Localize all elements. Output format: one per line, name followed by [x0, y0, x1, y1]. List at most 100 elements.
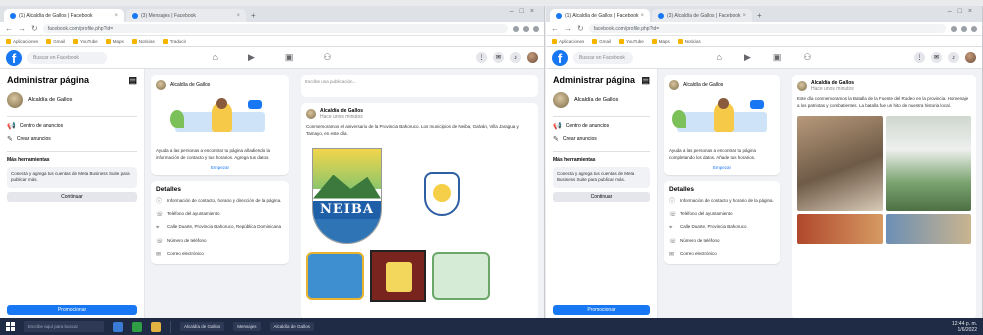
marketplace-icon[interactable]: ▣ [773, 52, 782, 63]
address-bar: ← → ↻ facebook.com/profile.php?id= [546, 22, 982, 36]
detail-row: ☏ Teléfono del ayuntamiento [669, 210, 733, 218]
file-explorer-icon[interactable] [113, 321, 123, 332]
profile-icon[interactable] [971, 25, 977, 32]
reload-icon[interactable]: ↻ [577, 24, 584, 33]
window-controls[interactable]: –□× [948, 8, 978, 15]
back-icon[interactable]: ← [551, 24, 559, 33]
windows-start-icon[interactable] [6, 322, 15, 331]
post-composer[interactable]: Escribe una publicación... [301, 75, 538, 97]
sidebar-item-create-ads[interactable]: ✎ Crear anuncios [553, 135, 650, 143]
continue-button[interactable]: Continuar [7, 191, 137, 202]
close-icon[interactable]: × [236, 13, 240, 19]
neiba-coat-of-arms: NEIBA [312, 147, 382, 244]
extension-icon[interactable] [513, 25, 519, 32]
detail-row: ☏ Teléfono del ayuntamiento [156, 210, 220, 218]
browser-tab[interactable]: (3) Mensajes | Facebook × [126, 9, 246, 22]
page-avatar [669, 80, 679, 90]
municipal-logo [370, 249, 426, 302]
home-icon[interactable]: ⌂ [213, 52, 218, 63]
bookmark[interactable]: Maps [651, 38, 670, 44]
new-tab-icon[interactable]: + [251, 11, 256, 20]
post-image-collage[interactable]: NEIBA [306, 142, 533, 302]
monument-photo [885, 115, 971, 211]
window-controls[interactable]: –□× [510, 8, 540, 15]
tools-box: Conecta y agrega tus cuentas de Meta Bus… [7, 167, 137, 188]
extension-icon[interactable] [961, 25, 967, 32]
page-content: Administrar página ▤ Alcaldía de Gallos 📢… [0, 69, 544, 318]
feed-post: Alcaldía de Gallos Hace unos minutos Est… [792, 75, 976, 318]
bookmark[interactable]: Gmail [592, 38, 611, 44]
bookmark[interactable]: YouTube [73, 38, 98, 44]
facebook-logo-icon[interactable]: f [552, 49, 568, 66]
bookmark-icon [592, 38, 598, 44]
sidebar-page-switch[interactable]: Alcaldía de Gallos [553, 92, 650, 108]
continue-button[interactable]: Continuar [553, 191, 650, 202]
sidebar-item-ad-center[interactable]: 📢 Centro de anuncios [7, 122, 137, 130]
sidebar-toggle-icon[interactable]: ▤ [641, 75, 650, 86]
browser-tab[interactable]: (1) Alcaldía de Gallos | Facebook × [550, 9, 650, 22]
taskbar-task[interactable]: Alcaldía de Gallos [180, 322, 225, 331]
messenger-icon[interactable]: ✉ [493, 52, 504, 63]
bookmark[interactable]: Traducir [162, 38, 186, 44]
chrome-icon[interactable] [132, 321, 142, 332]
home-icon[interactable]: ⌂ [717, 52, 722, 63]
bookmark[interactable]: Aplicaciones [6, 38, 38, 44]
facebook-top-bar: f Buscar en Facebook ⌂ ▶ ▣ ⚇ ⋮ ✉ ♪ [546, 47, 982, 69]
promote-button[interactable]: Promocionar [7, 305, 137, 315]
forward-icon[interactable]: → [18, 24, 26, 33]
facebook-search-input[interactable]: Buscar en Facebook [573, 51, 633, 64]
marketplace-icon[interactable]: ▣ [285, 52, 294, 63]
post-photo-grid[interactable] [797, 115, 971, 244]
taskbar-task[interactable]: Mensajes [233, 322, 261, 331]
profile-icon[interactable] [533, 25, 539, 32]
post-time[interactable]: Hace unos minutos [320, 114, 363, 120]
facebook-search-input[interactable]: Buscar en Facebook [27, 51, 107, 64]
bookmarks-bar: Aplicaciones Gmail YouTube Maps Noticias… [0, 36, 544, 47]
notifications-icon[interactable]: ♪ [510, 52, 521, 63]
watch-icon[interactable]: ▶ [248, 52, 255, 63]
menu-grid-icon[interactable]: ⋮ [476, 52, 487, 63]
close-icon[interactable]: × [640, 13, 644, 19]
forward-icon[interactable]: → [564, 24, 572, 33]
sidebar-page-switch[interactable]: Alcaldía de Gallos [7, 92, 137, 108]
extension-icon[interactable] [951, 25, 957, 32]
taskbar-task[interactable]: Alcaldía de Gallos [269, 322, 314, 331]
url-input[interactable]: facebook.com/profile.php?id= [42, 24, 508, 33]
notifications-icon[interactable]: ♪ [948, 52, 959, 63]
intro-link[interactable]: Empezar [669, 165, 775, 170]
messenger-icon[interactable]: ✉ [931, 52, 942, 63]
bookmark[interactable]: Gmail [46, 38, 65, 44]
extension-icon[interactable] [523, 25, 529, 32]
taskbar-clock[interactable]: 12:44 p. m. 1/6/2022 [952, 321, 977, 333]
avatar[interactable] [527, 52, 538, 63]
groups-icon[interactable]: ⚇ [323, 52, 331, 63]
new-tab-icon[interactable]: + [757, 11, 762, 20]
browser-tab[interactable]: (1) Alcaldía de Gallos | Facebook × [4, 9, 124, 22]
sidebar-item-ad-center[interactable]: 📢 Centro de anuncios [553, 122, 650, 130]
sidebar-item-create-ads[interactable]: ✎ Crear anuncios [7, 135, 137, 143]
bookmark[interactable]: Noticias [677, 38, 701, 44]
folder-icon[interactable] [151, 321, 161, 332]
sidebar-toggle-icon[interactable]: ▤ [128, 75, 137, 86]
close-icon[interactable]: × [114, 13, 118, 19]
bookmark[interactable]: Maps [105, 38, 124, 44]
taskbar-search-input[interactable]: Escribe aquí para buscar [24, 321, 104, 332]
facebook-actions: ⋮ ✉ ♪ [476, 52, 538, 63]
browser-tab[interactable]: (3) Alcaldía de Gallos | Facebook × [652, 9, 752, 22]
url-input[interactable]: facebook.com/profile.php?id= [588, 24, 946, 33]
bookmark[interactable]: Noticias [131, 38, 155, 44]
facebook-nav: ⌂ ▶ ▣ ⚇ [717, 52, 812, 63]
post-time[interactable]: Hace unos minutos [811, 86, 854, 92]
bookmark[interactable]: Aplicaciones [552, 38, 584, 44]
back-icon[interactable]: ← [5, 24, 13, 33]
watch-icon[interactable]: ▶ [744, 52, 751, 63]
reload-icon[interactable]: ↻ [31, 24, 38, 33]
bookmark[interactable]: YouTube [619, 38, 644, 44]
menu-grid-icon[interactable]: ⋮ [914, 52, 925, 63]
avatar[interactable] [965, 52, 976, 63]
intro-link[interactable]: Empezar [156, 165, 284, 170]
close-icon[interactable]: × [742, 13, 746, 19]
promote-button[interactable]: Promocionar [553, 305, 650, 315]
groups-icon[interactable]: ⚇ [803, 52, 811, 63]
facebook-logo-icon[interactable]: f [6, 49, 22, 66]
